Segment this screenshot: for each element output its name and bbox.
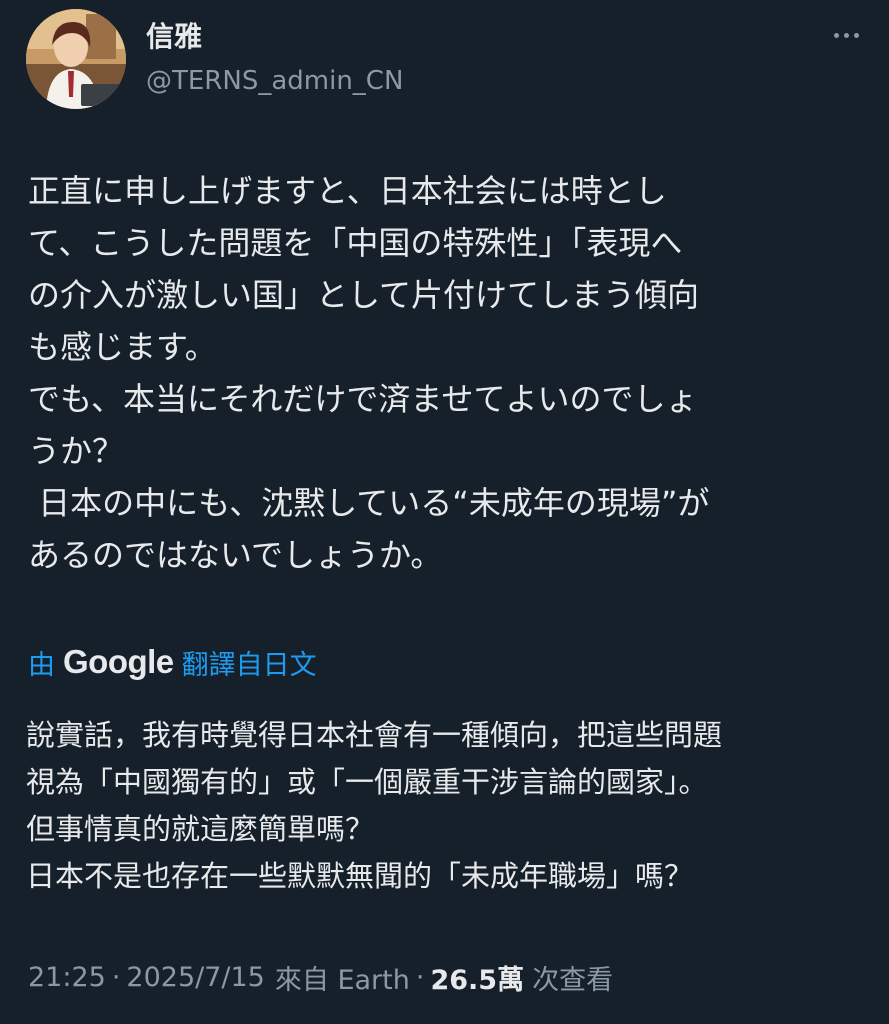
more-options-icon bbox=[853, 32, 859, 38]
tweet-time[interactable]: 21:25 bbox=[28, 962, 106, 993]
user-handle[interactable]: @TERNS_admin_CN bbox=[146, 63, 403, 99]
separator: · bbox=[111, 961, 121, 993]
translation-attribution[interactable]: 由 Google 翻譯自日文 bbox=[28, 638, 317, 686]
translated-text: 說實話，我有時覺得日本社會有一種傾向，把這些問題 視為「中國獨有的」或「一個嚴重… bbox=[26, 718, 723, 893]
display-name[interactable]: 信雅 bbox=[146, 19, 202, 55]
tweet-text: 正直に申し上げますと、日本社会には時とし て、こうした問題を「中国の特殊性」「表… bbox=[28, 172, 710, 574]
translation-prefix: 由 bbox=[28, 649, 55, 681]
tweet-date[interactable]: 2025/7/15 bbox=[126, 962, 264, 993]
google-logo: Google bbox=[63, 643, 174, 680]
more-options-button[interactable] bbox=[826, 23, 866, 47]
separator: · bbox=[415, 961, 425, 993]
user-avatar-icon bbox=[26, 9, 126, 109]
translation-source-label: 翻譯自日文 bbox=[181, 649, 317, 681]
tweet-source: 來自 Earth bbox=[274, 964, 410, 996]
avatar[interactable] bbox=[26, 9, 126, 109]
more-options-icon bbox=[833, 32, 839, 38]
more-options-icon bbox=[843, 32, 849, 38]
views-label: 次查看 bbox=[532, 964, 614, 996]
views-count[interactable]: 26.5萬 bbox=[430, 958, 524, 997]
tweet-header: 信雅 @TERNS_admin_CN bbox=[26, 9, 866, 109]
tweet-metadata: 21:25 · 2025/7/15 來自 Earth · 26.5萬 次查看 bbox=[28, 955, 613, 999]
